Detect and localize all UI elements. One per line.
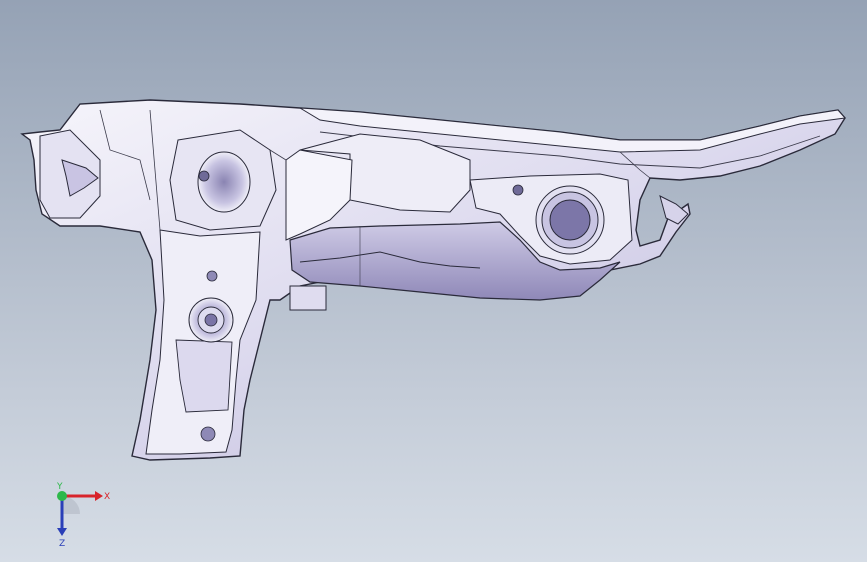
bottom-tab xyxy=(289,285,327,311)
bracket-hole-bottom-icon xyxy=(200,426,216,442)
bracket-boss-hole-icon xyxy=(204,313,218,327)
y-axis-label: Y xyxy=(56,482,63,492)
cad-part-model[interactable] xyxy=(0,0,867,562)
x-axis-label: X xyxy=(104,492,110,502)
bracket-hole-small-icon xyxy=(206,270,218,282)
large-boss-hole-icon xyxy=(549,199,591,241)
3d-viewport[interactable]: X Y Z xyxy=(0,0,867,562)
upper-boss xyxy=(197,151,251,213)
right-boss-small-hole-icon xyxy=(512,184,524,196)
upper-boss-hole-icon xyxy=(198,170,210,182)
x-axis-arrow-icon xyxy=(95,491,103,501)
axis-triad: X Y Z xyxy=(56,482,110,548)
z-axis-arrow-icon xyxy=(57,528,67,536)
z-axis-label: Z xyxy=(59,539,65,548)
y-axis-dot-icon xyxy=(57,491,67,501)
bracket-inner-recess xyxy=(175,339,233,413)
